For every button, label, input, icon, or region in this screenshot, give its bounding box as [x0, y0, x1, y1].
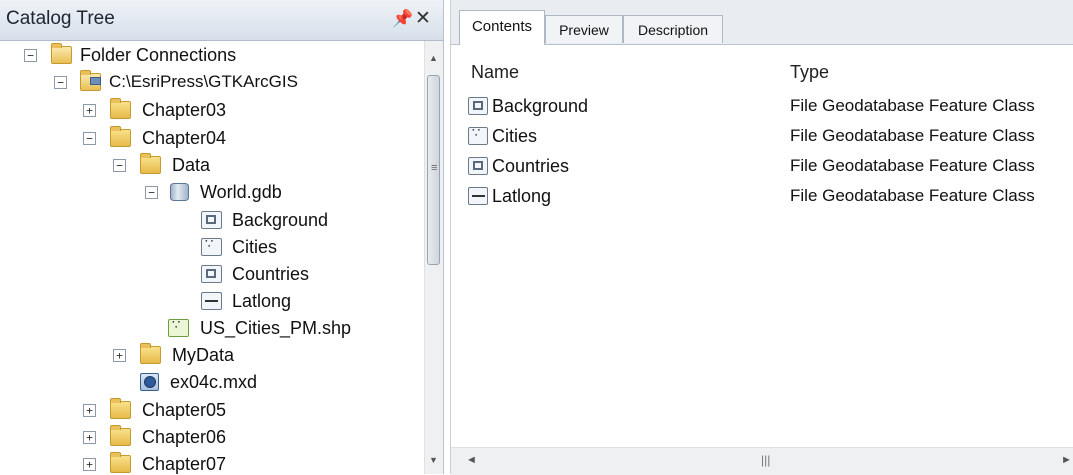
catalog-tree-title: Catalog Tree — [6, 8, 115, 29]
item-name: Latlong — [492, 186, 552, 206]
tree-item-us-cities-shp[interactable]: US_Cities_PM.shp — [0, 316, 420, 342]
scroll-up-arrow-icon[interactable]: ▲ — [429, 53, 438, 63]
scroll-thumb[interactable]: ≡ — [427, 75, 440, 265]
grip-icon: ||| — [761, 453, 771, 467]
list-item[interactable]: Latlong File Geodatabase Feature Class — [451, 183, 1061, 211]
tree-item-latlong[interactable]: Latlong — [0, 289, 420, 315]
tree-item-mydata[interactable]: + MyData — [0, 343, 420, 369]
item-name: Countries — [492, 156, 570, 176]
catalog-tree: − Folder Connections − C:\EsriPress\GTKA… — [0, 41, 424, 474]
folder-icon — [110, 425, 131, 446]
tree-item-folder-connection[interactable]: − C:\EsriPress\GTKArcGIS — [0, 70, 420, 96]
tree-item-label: Latlong — [232, 291, 292, 311]
polygon-feature-class-icon — [201, 265, 222, 283]
contents-horizontal-scrollbar[interactable]: ◄ ||| ► — [451, 447, 1073, 475]
tab-strip: Contents Preview Description — [451, 0, 1073, 45]
line-feature-class-icon — [468, 187, 488, 205]
collapse-toggle[interactable]: − — [24, 49, 37, 62]
item-name: Background — [492, 96, 589, 116]
folder-icon — [140, 343, 161, 364]
list-item[interactable]: Background File Geodatabase Feature Clas… — [451, 93, 1061, 121]
tree-item-label: Data — [172, 155, 211, 175]
scroll-left-arrow-icon[interactable]: ◄ — [466, 454, 477, 466]
polygon-feature-class-icon — [201, 211, 222, 229]
expand-toggle[interactable]: + — [83, 404, 96, 417]
folder-connections-icon — [51, 43, 72, 64]
shapefile-icon — [168, 318, 189, 337]
expand-toggle[interactable]: + — [83, 458, 96, 471]
tab-contents[interactable]: Contents — [459, 10, 545, 45]
polygon-feature-class-icon — [468, 97, 488, 115]
folder-icon — [110, 98, 131, 119]
expand-toggle[interactable]: + — [83, 431, 96, 444]
collapse-toggle[interactable]: − — [113, 159, 126, 172]
column-header-name[interactable]: Name — [471, 62, 519, 83]
grip-icon: ≡ — [431, 162, 438, 174]
collapse-toggle[interactable]: − — [54, 76, 67, 89]
tree-item-label: US_Cities_PM.shp — [200, 318, 352, 338]
tree-vertical-scrollbar[interactable]: ▲ ≡ ▼ — [424, 41, 443, 474]
tree-item-label: Folder Connections — [80, 45, 237, 65]
folder-icon — [140, 153, 161, 174]
folder-icon — [110, 452, 131, 473]
tree-item-label: World.gdb — [200, 182, 282, 202]
collapse-toggle[interactable]: − — [83, 132, 96, 145]
tree-item-chapter04[interactable]: − Chapter04 — [0, 126, 420, 152]
tree-item-folder-connections[interactable]: − Folder Connections — [0, 43, 420, 69]
tree-item-chapter07[interactable]: + Chapter07 — [0, 452, 420, 474]
list-item[interactable]: Cities File Geodatabase Feature Class — [451, 123, 1061, 151]
tree-item-label: Countries — [232, 264, 310, 284]
tree-item-world-gdb[interactable]: − World.gdb — [0, 180, 420, 206]
geodatabase-icon — [170, 183, 189, 201]
tree-item-label: MyData — [172, 345, 235, 365]
tree-item-label: ex04c.mxd — [170, 372, 258, 392]
tree-item-label: Chapter07 — [142, 454, 227, 474]
item-type: File Geodatabase Feature Class — [790, 126, 1035, 145]
tree-item-label: C:\EsriPress\GTKArcGIS — [109, 72, 298, 91]
tree-item-label: Cities — [232, 237, 278, 257]
catalog-tree-pane: Catalog Tree 📌 ✕ − Folder Connections − … — [0, 0, 444, 474]
polygon-feature-class-icon — [468, 157, 488, 175]
tree-item-label: Chapter04 — [142, 128, 227, 148]
close-icon[interactable]: ✕ — [414, 8, 432, 30]
catalog-tree-title-bar: Catalog Tree 📌 ✕ — [0, 0, 443, 41]
item-type: File Geodatabase Feature Class — [790, 96, 1035, 115]
item-type: File Geodatabase Feature Class — [790, 156, 1035, 175]
expand-toggle[interactable]: + — [113, 349, 126, 362]
expand-toggle[interactable]: + — [83, 104, 96, 117]
tree-item-label: Background — [232, 210, 329, 230]
tab-preview[interactable]: Preview — [545, 15, 623, 43]
line-feature-class-icon — [201, 292, 222, 310]
tree-item-ex04c-mxd[interactable]: ex04c.mxd — [0, 370, 420, 396]
tree-item-chapter06[interactable]: + Chapter06 — [0, 425, 420, 451]
column-header-type[interactable]: Type — [790, 62, 829, 83]
scroll-down-arrow-icon[interactable]: ▼ — [429, 455, 438, 465]
tab-description[interactable]: Description — [623, 15, 723, 43]
tree-item-background[interactable]: Background — [0, 208, 420, 234]
tree-item-chapter05[interactable]: + Chapter05 — [0, 398, 420, 424]
pin-icon[interactable]: 📌 — [392, 8, 413, 30]
map-document-icon — [140, 373, 159, 391]
folder-icon — [110, 126, 131, 147]
tree-item-cities[interactable]: Cities — [0, 235, 420, 261]
folder-connection-icon — [80, 70, 101, 91]
tree-item-data[interactable]: − Data — [0, 153, 420, 179]
tree-item-label: Chapter05 — [142, 400, 227, 420]
tree-item-label: Chapter03 — [142, 100, 227, 120]
tree-item-label: Chapter06 — [142, 427, 227, 447]
folder-icon — [110, 398, 131, 419]
tree-item-chapter03[interactable]: + Chapter03 — [0, 98, 420, 124]
item-name: Cities — [492, 126, 538, 146]
list-item[interactable]: Countries File Geodatabase Feature Class — [451, 153, 1061, 181]
tree-item-countries[interactable]: Countries — [0, 262, 420, 288]
point-feature-class-icon — [468, 126, 488, 145]
collapse-toggle[interactable]: − — [145, 186, 158, 199]
point-feature-class-icon — [201, 237, 222, 256]
item-type: File Geodatabase Feature Class — [790, 186, 1035, 205]
scroll-right-arrow-icon[interactable]: ► — [1061, 454, 1072, 466]
contents-pane: Contents Preview Description Name Type B… — [450, 0, 1073, 475]
